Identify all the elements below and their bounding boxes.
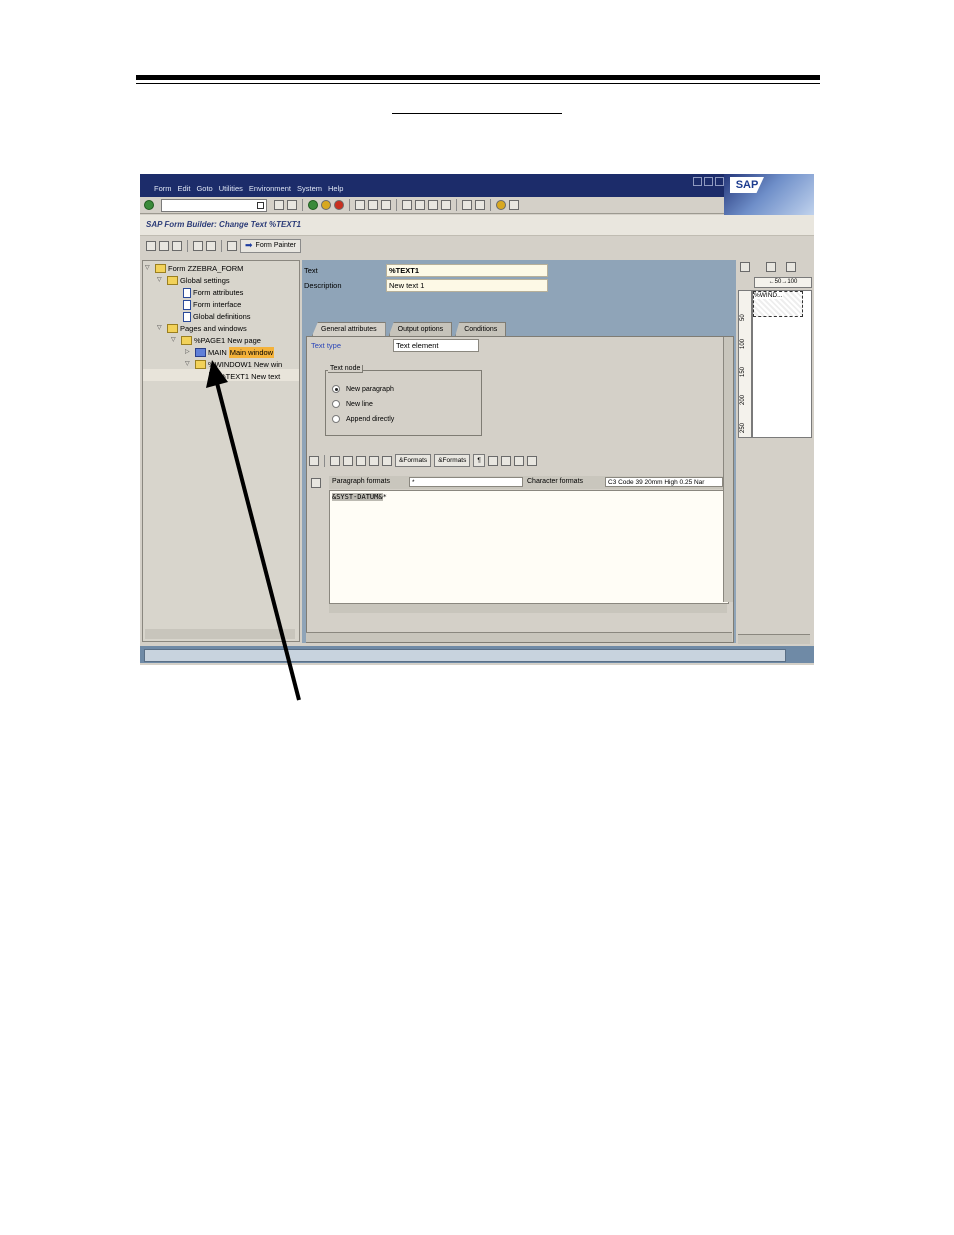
annotation-arrow-shaft (215, 382, 301, 701)
annotation-arrow-head (206, 360, 228, 388)
annotation-arrow (206, 360, 301, 701)
